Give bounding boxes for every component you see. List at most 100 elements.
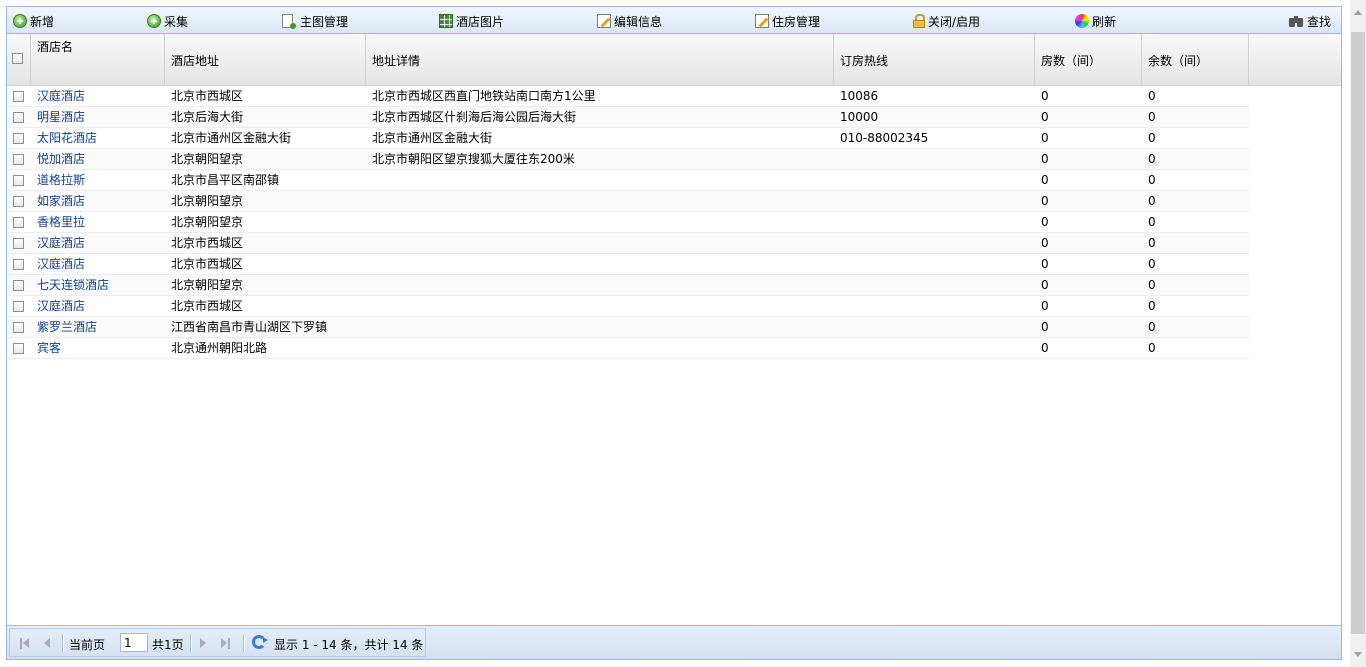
hotel-name-link[interactable]: 如家酒店 [37, 191, 85, 211]
table-row[interactable]: 悦加酒店 北京朝阳望京 北京市朝阳区望京搜狐大厦往东200米 0 0 [7, 149, 1249, 170]
table-row[interactable]: 如家酒店 北京朝阳望京 0 0 [7, 191, 1249, 212]
hotel-rooms: 0 [1041, 320, 1049, 334]
hotel-address-detail: 北京市西城区什刹海后海公园后海大街 [372, 110, 577, 124]
hotel-address: 北京通州朝阳北路 [171, 341, 268, 355]
hotel-remaining: 0 [1148, 278, 1156, 292]
column-header-remaining[interactable]: 余数（间） [1142, 34, 1249, 85]
hotel-images-button[interactable]: 酒店图片 [439, 12, 504, 30]
hotel-rooms: 0 [1041, 236, 1049, 250]
paging-toolbar: 当前页 共1页 显示 1 - 14 条，共计 14 条 [7, 625, 1341, 659]
hotel-address: 北京朝阳望京 [171, 194, 244, 208]
first-page-icon[interactable] [20, 638, 30, 649]
hotel-hotline: 010-88002345 [840, 131, 929, 145]
edit-info-button[interactable]: 编辑信息 [597, 12, 662, 30]
hotel-rooms: 0 [1041, 131, 1049, 145]
table-row[interactable]: 汉庭酒店 北京市西城区 0 0 [7, 233, 1249, 254]
edit-info-button-label: 编辑信息 [614, 14, 663, 29]
column-header-address-label: 酒店地址 [171, 54, 220, 68]
row-checkbox[interactable] [13, 196, 24, 207]
paging-summary: 显示 1 - 14 条，共计 14 条 [274, 638, 424, 652]
row-checkbox[interactable] [13, 259, 24, 270]
column-header-hotline-label: 订房热线 [840, 54, 889, 68]
room-manage-button[interactable]: 住房管理 [755, 12, 820, 30]
column-header-address[interactable]: 酒店地址 [165, 34, 366, 85]
add-button[interactable]: 新增 [13, 12, 54, 30]
hotel-remaining: 0 [1148, 257, 1156, 271]
hotel-name-link[interactable]: 明星酒店 [37, 107, 85, 127]
row-checkbox[interactable] [13, 343, 24, 354]
hotel-images-button-label: 酒店图片 [456, 14, 505, 29]
hotel-name-link[interactable]: 太阳花酒店 [37, 128, 97, 148]
column-header-detail-label: 地址详情 [372, 54, 421, 68]
hotel-name-link[interactable]: 汉庭酒店 [37, 254, 85, 274]
table-row[interactable]: 太阳花酒店 北京市通州区金融大街 北京市通州区金融大街 010-88002345… [7, 128, 1249, 149]
collect-button-label: 采集 [164, 14, 189, 29]
scroll-up-icon[interactable] [1354, 10, 1362, 15]
hotel-remaining: 0 [1148, 110, 1156, 124]
hotel-hotline: 10000 [840, 110, 879, 124]
table-row[interactable]: 道格拉斯 北京市昌平区南邵镇 0 0 [7, 170, 1249, 191]
table-row[interactable]: 宾客 北京通州朝阳北路 0 0 [7, 338, 1249, 359]
separator [190, 635, 192, 652]
hotel-remaining: 0 [1148, 89, 1156, 103]
row-checkbox[interactable] [13, 91, 24, 102]
hotel-rooms: 0 [1041, 110, 1049, 124]
hotel-name-link[interactable]: 汉庭酒店 [37, 86, 85, 106]
hotel-remaining: 0 [1148, 194, 1156, 208]
hotel-name-link[interactable]: 悦加酒店 [37, 149, 85, 169]
collect-button[interactable]: 采集 [147, 12, 188, 30]
column-header-detail[interactable]: 地址详情 [366, 34, 834, 85]
row-checkbox[interactable] [13, 322, 24, 333]
select-all-checkbox[interactable] [12, 53, 23, 64]
previous-page-icon[interactable] [42, 638, 52, 649]
column-header-hotline[interactable]: 订房热线 [834, 34, 1035, 85]
row-checkbox[interactable] [13, 133, 24, 144]
hotel-address: 北京后海大街 [171, 110, 244, 124]
hotel-name-link[interactable]: 汉庭酒店 [37, 233, 85, 253]
edit-icon [755, 14, 769, 28]
hotel-remaining: 0 [1148, 341, 1156, 355]
hotel-name-link[interactable]: 香格里拉 [37, 212, 85, 232]
hotel-name-link[interactable]: 紫罗兰酒店 [37, 317, 97, 337]
row-checkbox[interactable] [13, 280, 24, 291]
table-row[interactable]: 汉庭酒店 北京市西城区 0 0 [7, 254, 1249, 275]
room-manage-button-label: 住房管理 [772, 14, 821, 29]
image-grid-icon [439, 14, 453, 28]
row-checkbox[interactable] [13, 154, 24, 165]
table-row[interactable]: 汉庭酒店 北京市西城区 0 0 [7, 296, 1249, 317]
search-button[interactable]: 查找 [1289, 12, 1331, 30]
hotel-name-link[interactable]: 道格拉斯 [37, 170, 85, 190]
row-checkbox[interactable] [13, 238, 24, 249]
add-button-label: 新增 [30, 14, 55, 29]
table-row[interactable]: 七天连锁酒店 北京朝阳望京 0 0 [7, 275, 1249, 296]
scrollbar-thumb[interactable] [1351, 32, 1365, 634]
hotel-hotline: 10086 [840, 89, 879, 103]
hotel-rooms: 0 [1041, 215, 1049, 229]
next-page-icon[interactable] [198, 638, 208, 649]
row-checkbox[interactable] [13, 301, 24, 312]
table-row[interactable]: 明星酒店 北京后海大街 北京市西城区什刹海后海公园后海大街 10000 0 0 [7, 107, 1249, 128]
table-row[interactable]: 香格里拉 北京朝阳望京 0 0 [7, 212, 1249, 233]
refresh-button[interactable]: 刷新 [1075, 12, 1116, 30]
hotel-name-link[interactable]: 宾客 [37, 338, 61, 358]
refresh-icon[interactable] [252, 635, 268, 649]
hotel-remaining: 0 [1148, 173, 1156, 187]
current-page-label: 当前页 [69, 638, 106, 652]
table-row[interactable]: 汉庭酒店 北京市西城区 北京市西城区西直门地铁站南口南方1公里 10086 0 … [7, 86, 1249, 107]
table-row[interactable]: 紫罗兰酒店 江西省南昌市青山湖区下罗镇 0 0 [7, 317, 1249, 338]
main-image-button-label: 主图管理 [300, 14, 349, 29]
column-header-rooms[interactable]: 房数（间） [1035, 34, 1142, 85]
page-number-input[interactable] [120, 633, 148, 652]
scroll-down-icon[interactable] [1354, 652, 1362, 657]
hotel-name-link[interactable]: 汉庭酒店 [37, 296, 85, 316]
row-checkbox[interactable] [13, 175, 24, 186]
column-header-name[interactable]: 酒店名 [31, 34, 165, 85]
toggle-button[interactable]: 关闭/启用 [913, 12, 980, 30]
last-page-icon[interactable] [221, 638, 231, 649]
hotel-name-link[interactable]: 七天连锁酒店 [37, 275, 109, 295]
row-checkbox[interactable] [13, 112, 24, 123]
main-image-button[interactable]: 主图管理 [282, 12, 348, 30]
hotel-address-detail: 北京市西城区西直门地铁站南口南方1公里 [372, 89, 596, 103]
row-checkbox[interactable] [13, 217, 24, 228]
vertical-scrollbar[interactable] [1350, 0, 1366, 667]
